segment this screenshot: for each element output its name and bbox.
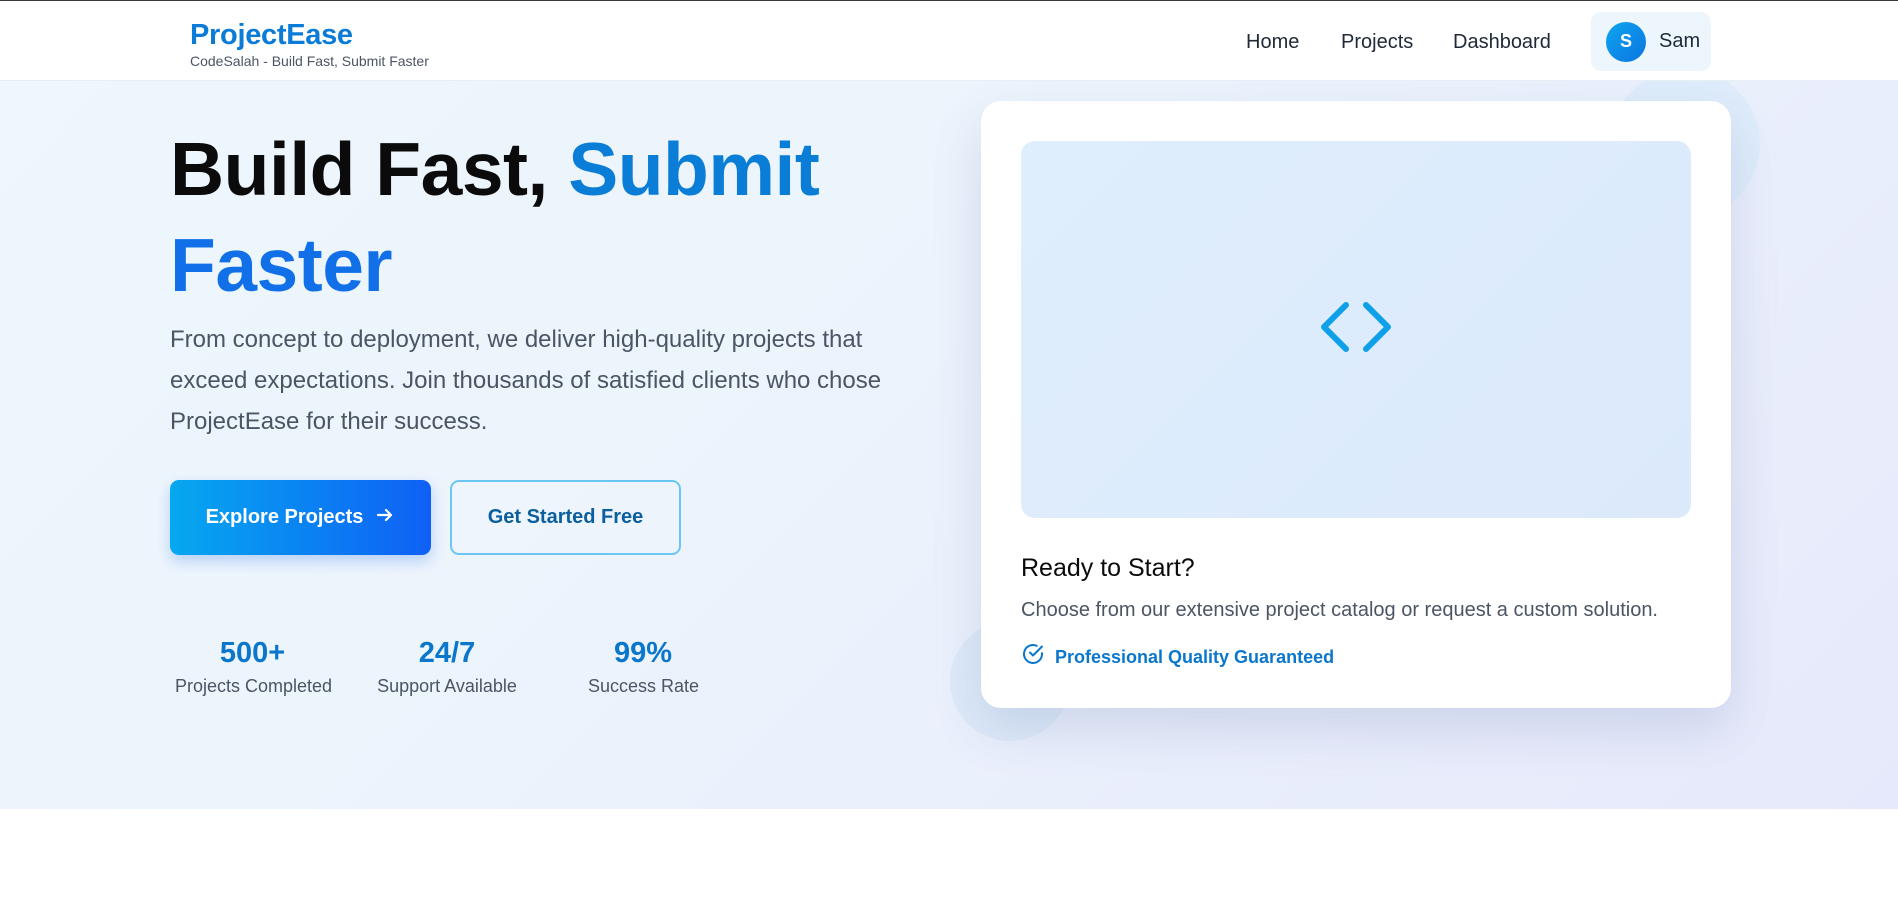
stat-label: Projects Completed: [175, 676, 333, 696]
brand-subtitle: CodeSalah - Build Fast, Submit Faster: [190, 53, 429, 69]
explore-projects-label: Explore Projects: [205, 506, 364, 528]
user-name: Sam: [1659, 30, 1701, 52]
check-circle-icon: [1021, 642, 1045, 671]
avatar: S: [1606, 21, 1646, 62]
user-menu[interactable]: S Sam: [1591, 12, 1711, 71]
code-icon: [1316, 299, 1396, 360]
get-started-button[interactable]: Get Started Free: [450, 480, 681, 555]
card-title: Ready to Start?: [1021, 554, 1195, 582]
ready-card: Ready to Start? Choose from our extensiv…: [981, 101, 1731, 708]
arrow-right-icon: [375, 505, 395, 531]
headline-part-2: Submit: [568, 127, 820, 211]
stat-value: 500+: [219, 637, 286, 669]
explore-projects-button[interactable]: Explore Projects: [170, 480, 431, 555]
nav-home[interactable]: Home: [1246, 29, 1299, 55]
get-started-label: Get Started Free: [487, 506, 644, 528]
nav-dashboard[interactable]: Dashboard: [1453, 29, 1551, 55]
headline-part-3: Faster: [170, 223, 393, 307]
stat-success-rate: 99% Success Rate: [588, 636, 700, 698]
page-below-hero: [0, 809, 1898, 911]
stat-label: Success Rate: [588, 676, 700, 696]
card-description: Choose from our extensive project catalo…: [1021, 599, 1658, 621]
headline-part-1: Build Fast,: [170, 127, 548, 211]
brand[interactable]: ProjectEase CodeSalah - Build Fast, Subm…: [190, 19, 429, 70]
hero-section: Build Fast, Submit Faster From concept t…: [0, 81, 1898, 809]
stat-value: 24/7: [418, 637, 476, 669]
nav-projects[interactable]: Projects: [1341, 29, 1413, 55]
stat-support: 24/7 Support Available: [372, 636, 522, 698]
brand-title: ProjectEase: [190, 19, 353, 51]
quality-badge: Professional Quality Guaranteed: [1021, 642, 1334, 671]
stat-value: 99%: [613, 637, 673, 669]
card-media: [1021, 141, 1691, 518]
stat-projects: 500+ Projects Completed: [175, 636, 333, 698]
stat-label: Support Available: [377, 676, 517, 696]
navbar: ProjectEase CodeSalah - Build Fast, Subm…: [0, 1, 1898, 81]
hero-headline: Build Fast, Submit Faster: [170, 121, 930, 313]
hero-description: From concept to deployment, we deliver h…: [170, 326, 882, 435]
badge-text: Professional Quality Guaranteed: [1055, 646, 1335, 667]
